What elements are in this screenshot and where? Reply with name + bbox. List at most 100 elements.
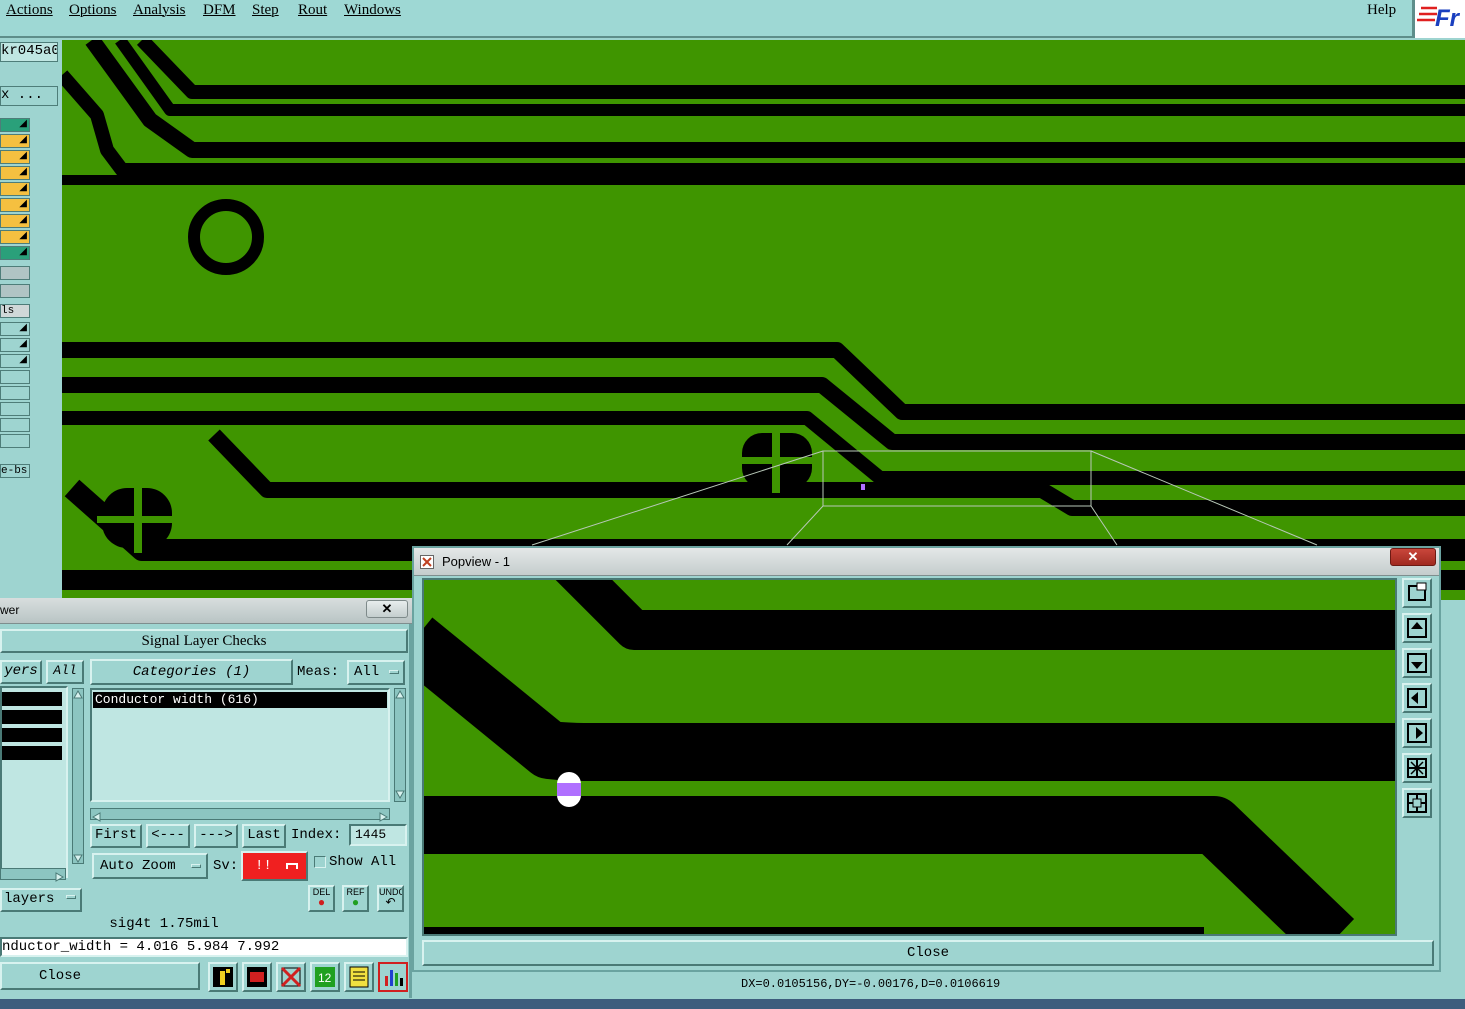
layers-menu-button[interactable]: layers xyxy=(0,888,82,912)
layer-row[interactable]: ◢ xyxy=(0,166,30,180)
popview-pan-up-button[interactable] xyxy=(1402,613,1432,643)
bar-graph-icon xyxy=(385,970,403,986)
layer-panel: kr045a0 x ... ◢ ◢ ◢ ◢ ◢ ◢ ◢ ◢ ◢ ls ◢ ◢ ◢ e-bs xyxy=(0,40,62,600)
last-button[interactable]: Last xyxy=(242,824,286,848)
layer-row[interactable]: ◢ xyxy=(0,134,30,148)
layer-list-item[interactable] xyxy=(2,710,62,724)
menu-rout[interactable]: Rout xyxy=(298,2,327,19)
job-name-field[interactable]: kr045a0 xyxy=(0,42,58,62)
layer-row[interactable] xyxy=(0,370,30,384)
layer-list-item[interactable] xyxy=(2,728,62,742)
layer-row[interactable]: ◢ xyxy=(0,182,30,196)
categories-list[interactable]: Conductor width (616) xyxy=(90,688,390,802)
popview-pan-right-button[interactable] xyxy=(1402,718,1432,748)
popview-close-text-button[interactable]: Close xyxy=(422,940,1434,966)
logo-icon: Fr xyxy=(1417,5,1461,32)
logo-text: Fr xyxy=(1435,5,1461,32)
option-menu-icon xyxy=(389,670,399,674)
undo-button[interactable]: UNDO ↶ xyxy=(377,885,404,912)
popview-zoom-out-button[interactable] xyxy=(1402,788,1432,818)
layer-row[interactable] xyxy=(0,266,30,280)
option-menu-icon xyxy=(286,863,298,869)
layer-row[interactable]: ◢ xyxy=(0,230,30,244)
layers-hscrollbar[interactable] xyxy=(0,868,66,882)
trace xyxy=(424,617,1395,781)
menu-analysis[interactable]: Analysis xyxy=(133,2,186,19)
pan-right-icon xyxy=(1407,723,1427,743)
layer-row[interactable]: ◢ xyxy=(0,118,30,132)
reporter-close-button[interactable]: ✕ xyxy=(366,600,408,618)
menu-help[interactable]: Help xyxy=(1367,2,1396,19)
show-all-checkbox[interactable] xyxy=(314,856,326,868)
category-list-item-selected[interactable]: Conductor width (616) xyxy=(93,692,387,708)
layer-row[interactable] xyxy=(0,402,30,416)
trace xyxy=(555,580,1395,650)
index-input[interactable]: 1445 xyxy=(349,824,407,846)
menu-windows[interactable]: Windows xyxy=(344,2,401,19)
reporter-titlebar[interactable]: wer ✕ xyxy=(0,598,412,624)
categories-hscrollbar[interactable] xyxy=(90,808,390,822)
layer-list-item[interactable] xyxy=(2,746,62,760)
layer-row[interactable]: ◢ xyxy=(0,354,30,368)
categories-button[interactable]: Categories (1) xyxy=(90,659,293,685)
remove-marks-button[interactable] xyxy=(276,962,306,992)
layer-row[interactable]: ◢ xyxy=(0,198,30,212)
report-button[interactable] xyxy=(344,962,374,992)
violation-marker[interactable] xyxy=(557,783,581,796)
scroll-arrows-icon xyxy=(395,689,405,800)
popview-zoom-in-button[interactable] xyxy=(1402,753,1432,783)
severity-menu[interactable]: !! xyxy=(241,851,308,881)
previous-button[interactable]: <--- xyxy=(146,824,190,848)
delete-button[interactable]: DEL ● xyxy=(308,885,335,912)
layers-list[interactable] xyxy=(0,686,68,878)
categories-scrollbar[interactable] xyxy=(394,688,406,802)
first-button[interactable]: First xyxy=(90,824,142,848)
popview-pan-left-button[interactable] xyxy=(1402,683,1432,713)
trace xyxy=(424,796,1355,934)
menu-dfm[interactable]: DFM xyxy=(203,2,236,19)
green-dot-icon: ● xyxy=(351,895,360,909)
option-menu-icon xyxy=(66,895,76,899)
popview-zoom-home-button[interactable] xyxy=(1402,578,1432,608)
trace xyxy=(136,40,1465,99)
layer-row[interactable]: ◢ xyxy=(0,150,30,164)
layer-row[interactable] xyxy=(0,434,30,448)
layers-all-button[interactable]: All xyxy=(46,660,84,684)
menu-options[interactable]: Options xyxy=(69,2,117,19)
drill-pad xyxy=(188,199,264,275)
zoom-in-icon xyxy=(1407,758,1427,778)
layers-scrollbar[interactable] xyxy=(72,688,84,864)
layer-row[interactable] xyxy=(0,418,30,432)
reference-button[interactable]: REF ● xyxy=(342,885,369,912)
layer-row[interactable]: ◢ xyxy=(0,214,30,228)
measure-status: DX=0.0105156,DY=-0.00176,D=0.0106619 xyxy=(741,977,1001,991)
meas-option-menu[interactable]: All xyxy=(347,660,405,685)
histogram-button[interactable] xyxy=(208,962,238,992)
layer-row[interactable]: ◢ xyxy=(0,246,30,260)
compare-button[interactable]: 12 xyxy=(310,962,340,992)
layer-filter-button[interactable]: x ... xyxy=(0,86,58,106)
layer-list-item[interactable] xyxy=(2,692,62,706)
popview-canvas[interactable] xyxy=(422,578,1397,936)
graph-button[interactable] xyxy=(378,962,408,992)
menubar: Actions Options Analysis DFM Step Rout W… xyxy=(0,0,1465,38)
next-button[interactable]: ---> xyxy=(194,824,238,848)
layer-row[interactable]: e-bs xyxy=(0,464,30,478)
layers-label-button[interactable]: yers xyxy=(0,660,42,684)
layer-row[interactable]: ◢ xyxy=(0,338,30,352)
violation-marker[interactable] xyxy=(861,484,865,490)
layer-row[interactable]: ls xyxy=(0,304,30,318)
menu-actions[interactable]: Actions xyxy=(6,2,53,19)
layer-row[interactable] xyxy=(0,284,30,298)
menu-step[interactable]: Step xyxy=(252,2,279,19)
popview-close-button[interactable]: ✕ xyxy=(1390,548,1436,566)
layer-row[interactable]: ◢ xyxy=(0,322,30,336)
graphic-editor-canvas[interactable] xyxy=(62,40,1465,600)
highlight-button[interactable] xyxy=(242,962,272,992)
report-icon xyxy=(349,966,369,988)
auto-zoom-menu[interactable]: Auto Zoom xyxy=(92,853,208,879)
popview-titlebar[interactable]: Popview - 1 ✕ xyxy=(414,548,1439,576)
layer-row[interactable] xyxy=(0,386,30,400)
reporter-close-text-button[interactable]: Close xyxy=(0,962,200,990)
popview-pan-down-button[interactable] xyxy=(1402,648,1432,678)
